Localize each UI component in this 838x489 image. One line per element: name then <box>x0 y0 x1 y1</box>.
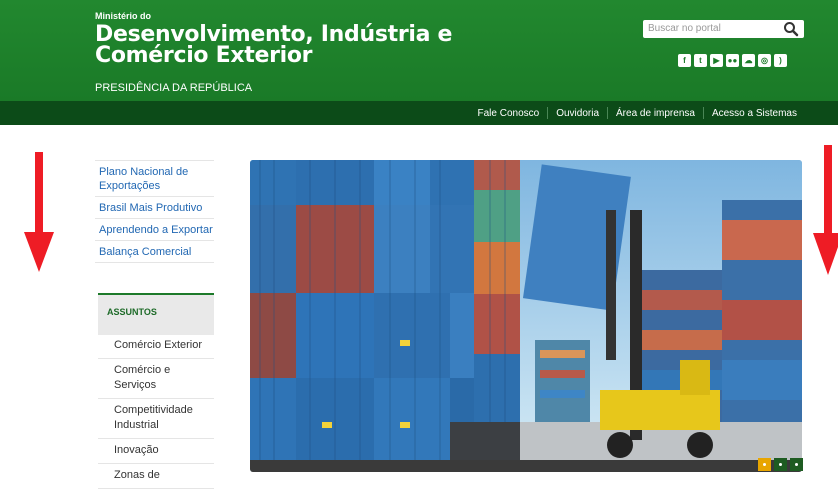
search-box[interactable]: Buscar no portal <box>643 20 804 38</box>
leftnav-item-plano-nacional[interactable]: Plano Nacional de Exportações <box>95 160 214 196</box>
slider-dot-2[interactable] <box>774 458 787 471</box>
nav-link-area-imprensa[interactable]: Área de imprensa <box>608 108 703 119</box>
nav-link-ouvidoria[interactable]: Ouvidoria <box>548 108 607 119</box>
leftnav-item-balanca-comercial[interactable]: Balança Comercial <box>95 240 214 263</box>
rss-icon[interactable]: ) <box>774 54 787 67</box>
ministry-pretitle: Ministério do <box>95 11 151 21</box>
red-down-arrow-icon <box>813 145 838 275</box>
soundcloud-icon[interactable]: ☁ <box>742 54 755 67</box>
flickr-icon[interactable]: ●● <box>726 54 739 67</box>
slider-dot-3[interactable] <box>790 458 803 471</box>
title-line-1: Desenvolvimento, Indústria e <box>95 22 453 47</box>
ministry-title[interactable]: Desenvolvimento, Indústria e Comércio Ex… <box>95 22 453 68</box>
search-input[interactable]: Buscar no portal <box>648 23 721 34</box>
youtube-icon[interactable]: ▶ <box>710 54 723 67</box>
presidency-subtitle[interactable]: PRESIDÊNCIA DA REPÚBLICA <box>95 82 252 94</box>
nav-link-fale-conosco[interactable]: Fale Conosco <box>470 108 548 119</box>
facebook-icon[interactable]: f <box>678 54 691 67</box>
instagram-icon[interactable]: ◎ <box>758 54 771 67</box>
top-navigation: Fale Conosco Ouvidoria Área de imprensa … <box>0 101 838 125</box>
leftnav-item-aprendendo-exportar[interactable]: Aprendendo a Exportar <box>95 218 214 240</box>
assuntos-item-comercio-servicos[interactable]: Comércio e Serviços <box>98 359 214 399</box>
slider-pagination <box>758 458 803 471</box>
assuntos-heading: ASSUNTOS <box>107 307 157 317</box>
assuntos-list: Comércio Exterior Comércio e Serviços Co… <box>98 334 214 489</box>
social-icons: f t ▶ ●● ☁ ◎ ) <box>678 54 787 68</box>
assuntos-item-comercio-exterior[interactable]: Comércio Exterior <box>98 334 214 359</box>
leftnav-item-brasil-mais-produtivo[interactable]: Brasil Mais Produtivo <box>95 196 214 218</box>
nav-link-acesso-sistemas[interactable]: Acesso a Sistemas <box>704 108 805 119</box>
twitter-icon[interactable]: t <box>694 54 707 67</box>
assuntos-item-inovacao[interactable]: Inovação <box>98 439 214 464</box>
assuntos-section-header: ASSUNTOS <box>98 293 214 335</box>
title-line-2: Comércio Exterior <box>95 43 313 68</box>
slider-dot-1[interactable] <box>758 458 771 471</box>
shipping-containers-image <box>250 160 802 472</box>
search-icon[interactable] <box>783 21 799 37</box>
red-down-arrow-icon <box>24 152 54 272</box>
left-quick-links: Plano Nacional de Exportações Brasil Mai… <box>95 160 214 263</box>
hero-slider[interactable] <box>250 160 802 472</box>
site-header: Ministério do Desenvolvimento, Indústria… <box>0 0 838 101</box>
assuntos-item-competitividade[interactable]: Competitividade Industrial <box>98 399 214 439</box>
